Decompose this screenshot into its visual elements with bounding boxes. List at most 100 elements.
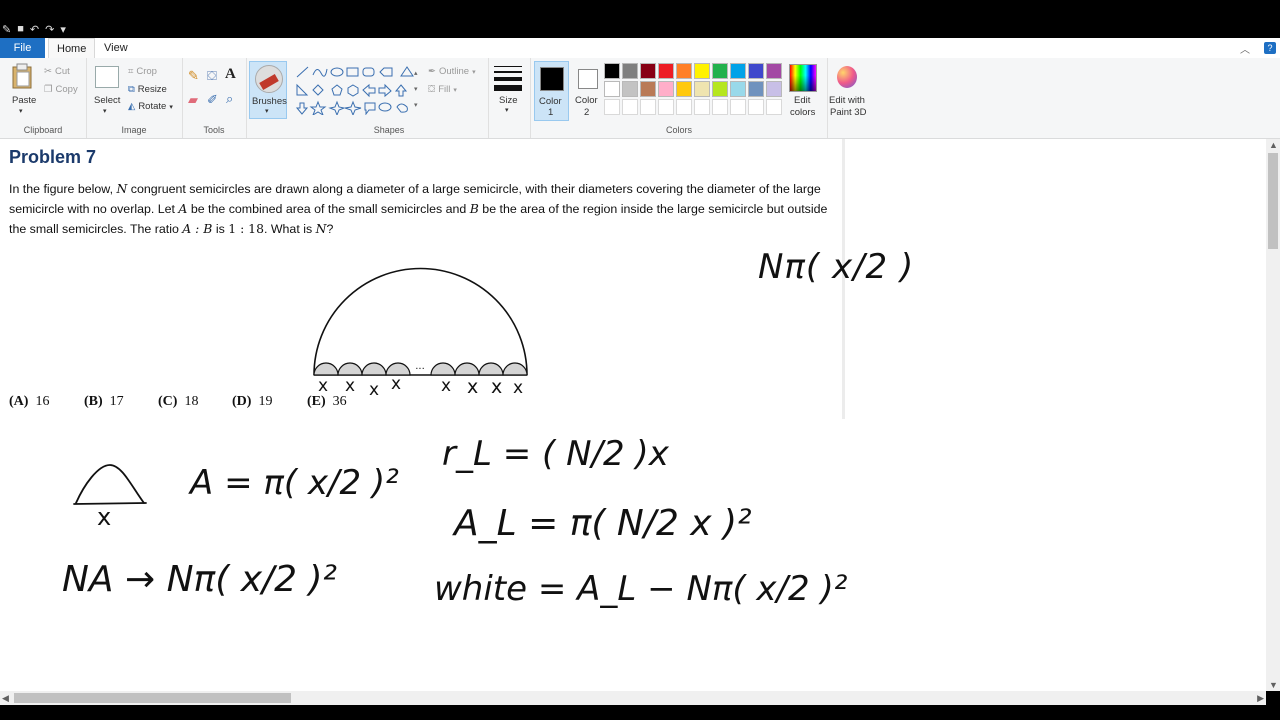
clipboard-group-label: Clipboard — [23, 125, 63, 135]
edit-with-paint3d-button[interactable]: Edit with Paint 3D — [826, 58, 870, 138]
tab-file[interactable]: File — [0, 38, 45, 58]
palette-color-swatch[interactable] — [730, 81, 746, 97]
palette-color-swatch[interactable] — [604, 81, 620, 97]
scroll-up-icon[interactable]: ▲ — [1269, 140, 1278, 150]
palette-color-swatch[interactable] — [622, 63, 638, 79]
horizontal-scroll-thumb[interactable] — [14, 693, 291, 703]
scroll-right-icon[interactable]: ▶ — [1257, 693, 1264, 704]
palette-color-swatch[interactable] — [694, 99, 710, 115]
color2-label: Color — [575, 95, 598, 106]
palette-color-swatch[interactable] — [712, 81, 728, 97]
palette-color-swatch[interactable] — [712, 99, 728, 115]
select-button[interactable]: Select — [94, 95, 120, 106]
palette-color-swatch[interactable] — [658, 81, 674, 97]
crop-label: Crop — [136, 66, 157, 77]
palette-color-swatch[interactable] — [694, 63, 710, 79]
rotate-button[interactable]: ◭ Rotate ▾ — [128, 101, 173, 112]
select-dropdown-icon[interactable]: ▾ — [103, 107, 107, 115]
problem-title: Problem 7 — [9, 147, 97, 167]
fill-button[interactable]: ⛋ Fill ▾ — [428, 84, 457, 95]
rotate-icon: ◭ — [128, 101, 136, 112]
size-dropdown-icon: ▾ — [505, 107, 509, 114]
text-tool-icon[interactable]: A — [225, 66, 236, 83]
palette-color-swatch[interactable] — [766, 81, 782, 97]
handwritten-x: x — [391, 374, 402, 394]
text-part: ? — [326, 222, 334, 236]
tools-group: ✎ ⛋ A ▰ ✐ ⌕ Tools — [182, 58, 247, 138]
copy-button[interactable]: ❐ Copy — [44, 84, 78, 95]
palette-color-swatch[interactable] — [604, 99, 620, 115]
palette-color-swatch[interactable] — [748, 81, 764, 97]
handwritten-eq-na: NA → Nπ( x/2 )² — [62, 559, 337, 600]
paste-icon[interactable] — [10, 62, 34, 90]
scissors-icon: ✂ — [44, 66, 52, 77]
clipboard-group: Paste ▾ ✂ Cut ❐ Copy Clipboard — [0, 58, 87, 138]
color1-button[interactable]: Color 1 — [534, 61, 569, 121]
palette-color-swatch[interactable] — [748, 63, 764, 79]
pencil-icon[interactable]: ✎ — [188, 68, 199, 84]
color-picker-icon[interactable]: ✐ — [207, 92, 218, 108]
resize-button[interactable]: ⧉ Resize — [128, 84, 167, 95]
palette-color-swatch[interactable] — [730, 99, 746, 115]
resize-icon: ⧉ — [128, 84, 135, 95]
vertical-scroll-thumb[interactable] — [1268, 153, 1278, 249]
magnifier-icon[interactable]: ⌕ — [226, 91, 233, 107]
colors-group-label: Colors — [665, 125, 692, 135]
text-part: be the combined area of the small semici… — [187, 202, 470, 216]
palette-color-swatch[interactable] — [694, 81, 710, 97]
color2-button[interactable]: Color 2 — [571, 61, 604, 119]
edit-colors-line1[interactable]: Edit — [794, 95, 810, 106]
shapes-gallery[interactable] — [295, 65, 415, 115]
tab-home[interactable]: Home — [48, 38, 96, 59]
crop-button[interactable]: ⌗ Crop — [128, 66, 157, 77]
palette-color-swatch[interactable] — [748, 99, 764, 115]
paint3d-icon — [837, 66, 857, 88]
ribbon: Paste ▾ ✂ Cut ❐ Copy Clipboard Select ▾ ⌗ C… — [0, 58, 1280, 139]
crop-icon: ⌗ — [128, 66, 134, 77]
paste-dropdown-icon[interactable]: ▾ — [19, 107, 23, 115]
tab-view[interactable]: View — [96, 38, 136, 58]
brushes-button[interactable]: Brushes ▾ — [249, 61, 287, 119]
palette-color-swatch[interactable] — [622, 99, 638, 115]
palette-color-swatch[interactable] — [676, 63, 692, 79]
edit-colors-line2[interactable]: colors — [790, 107, 815, 118]
outline-button[interactable]: ✒ Outline ▾ — [428, 66, 476, 77]
undo-icon[interactable]: ↶ — [30, 23, 39, 36]
palette-color-swatch[interactable] — [640, 63, 656, 79]
select-icon[interactable] — [95, 66, 119, 88]
palette-color-swatch[interactable] — [658, 63, 674, 79]
palette-color-swatch[interactable] — [640, 99, 656, 115]
palette-color-swatch[interactable] — [622, 81, 638, 97]
palette-color-swatch[interactable] — [658, 99, 674, 115]
cut-button[interactable]: ✂ Cut — [44, 66, 70, 77]
handwritten-eq-white: white = A_L − Nπ( x/2 )² — [434, 569, 848, 609]
palette-color-swatch[interactable] — [676, 99, 692, 115]
answer-value: 18 — [184, 394, 199, 409]
cut-label: Cut — [54, 66, 70, 77]
customize-quick-access-icon[interactable]: ▾ — [60, 23, 66, 36]
tools-group-label: Tools — [203, 125, 225, 135]
palette-color-swatch[interactable] — [640, 81, 656, 97]
vertical-scrollbar[interactable]: ▲ ▼ — [1266, 139, 1280, 691]
horizontal-scrollbar[interactable]: ◀ ▶ — [0, 691, 1266, 705]
redo-icon[interactable]: ↷ — [45, 23, 54, 36]
palette-color-swatch[interactable] — [766, 99, 782, 115]
palette-color-swatch[interactable] — [712, 63, 728, 79]
paste-button[interactable]: Paste — [12, 95, 36, 106]
collapse-ribbon-icon[interactable]: ︿ — [1240, 41, 1250, 56]
size-button[interactable]: Size ▾ — [490, 61, 526, 117]
help-icon[interactable]: ? — [1264, 42, 1276, 54]
scroll-left-icon[interactable]: ◀ — [2, 693, 9, 704]
palette-color-swatch[interactable] — [676, 81, 692, 97]
edit-colors-icon[interactable] — [789, 64, 817, 92]
scroll-down-icon[interactable]: ▼ — [1269, 680, 1278, 690]
shapes-scroll-arrows[interactable]: ▴ ▾ ▾ — [414, 66, 418, 114]
palette-color-swatch[interactable] — [730, 63, 746, 79]
shapes-group: ▴ ▾ ▾ ✒ Outline ▾ ⛋ Fill ▾ Shapes — [290, 58, 489, 138]
palette-color-swatch[interactable] — [604, 63, 620, 79]
drawing-canvas[interactable]: Problem 7 In the figure below, N congrue… — [0, 139, 1266, 691]
palette-color-swatch[interactable] — [766, 63, 782, 79]
save-icon[interactable]: ■ — [17, 23, 24, 35]
fill-bucket-icon[interactable]: ⛋ — [207, 68, 217, 84]
eraser-icon[interactable]: ▰ — [188, 92, 198, 108]
